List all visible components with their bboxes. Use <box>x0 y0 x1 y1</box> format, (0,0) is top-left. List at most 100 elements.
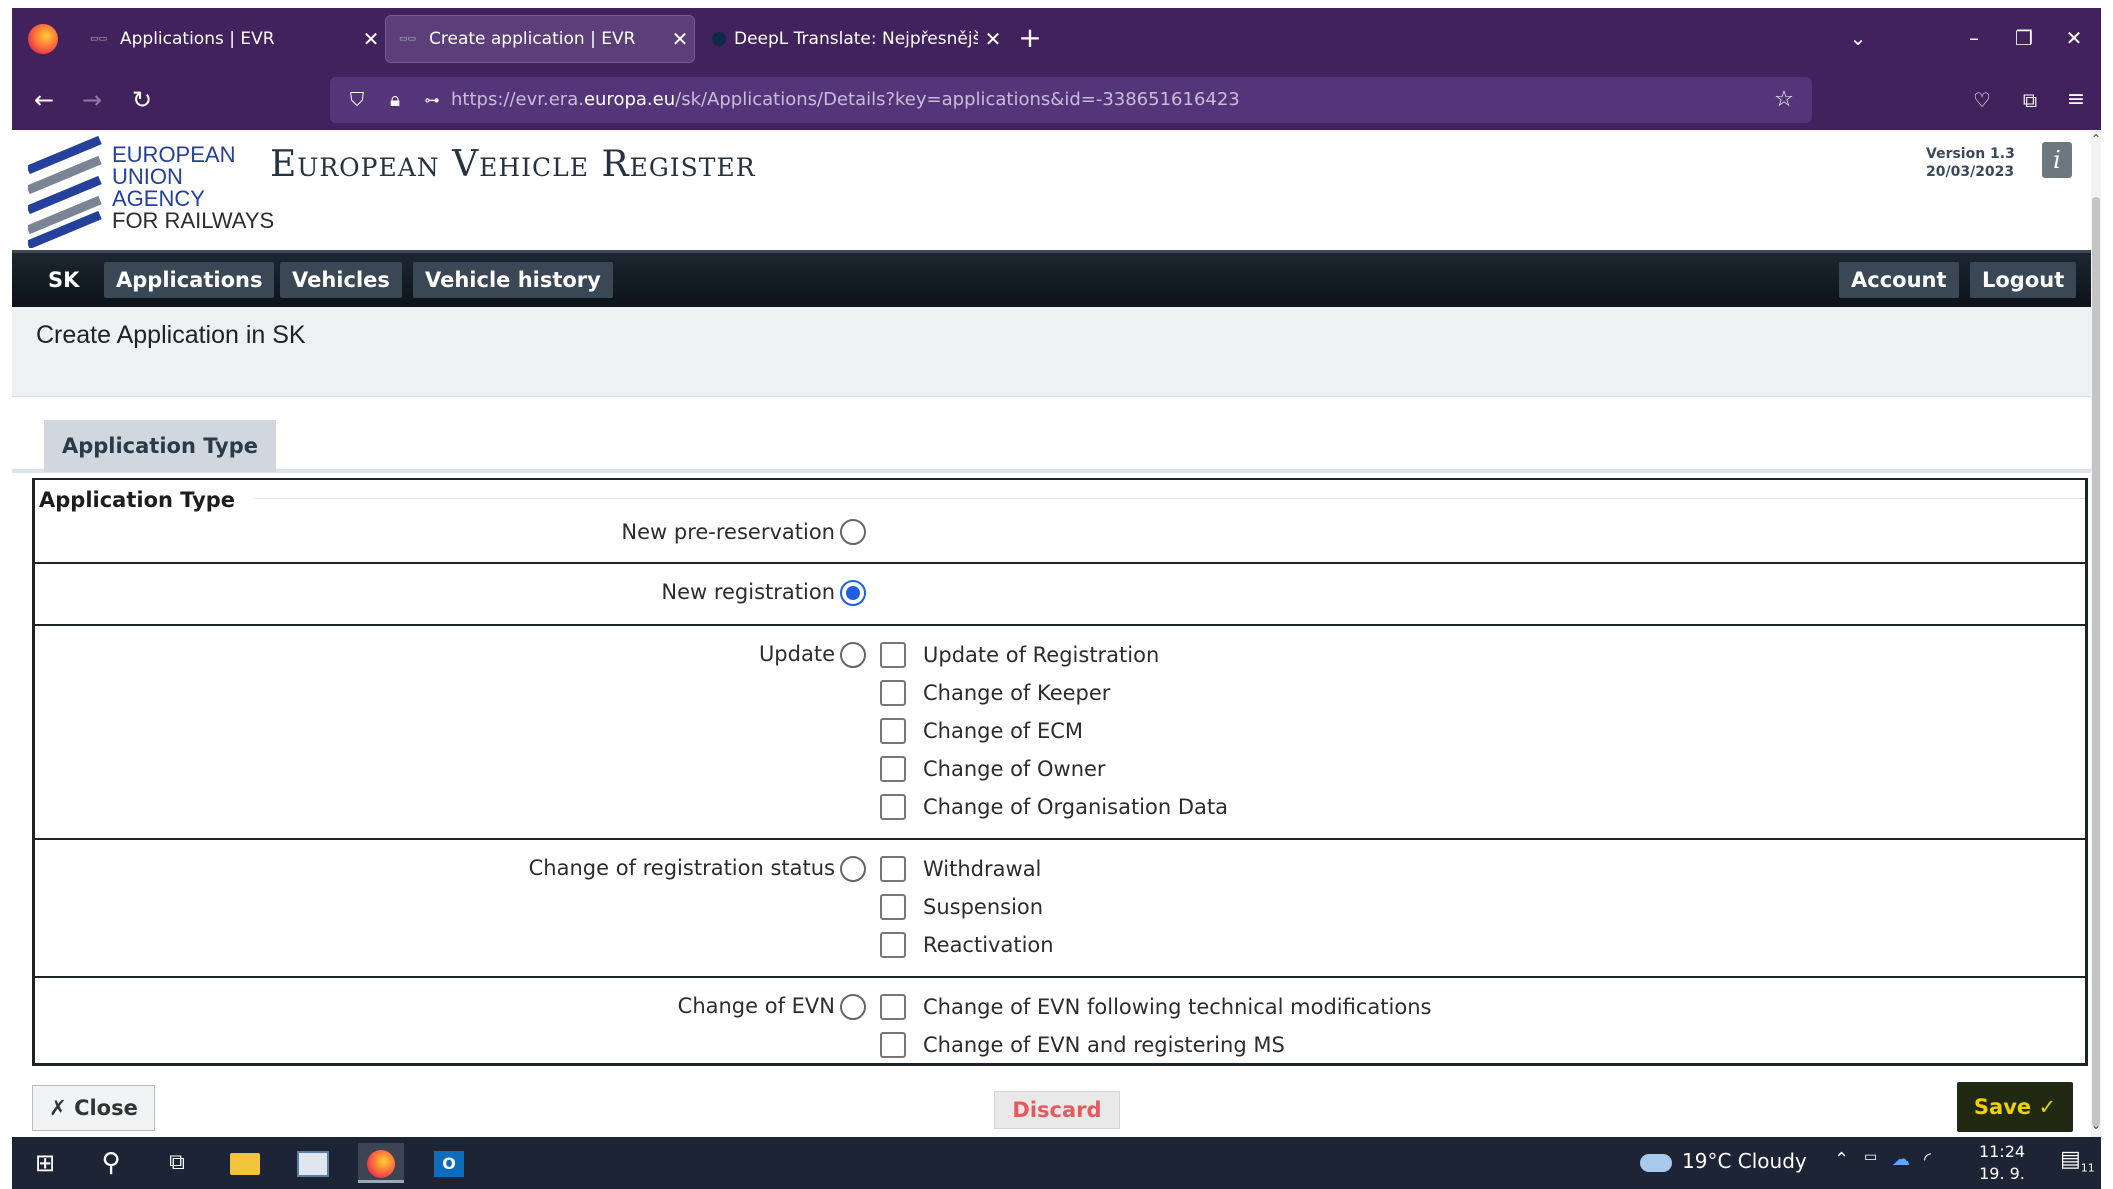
shield-icon[interactable]: ⛉ <box>343 86 371 114</box>
back-arrow-icon[interactable]: ← <box>26 82 62 118</box>
restore-icon[interactable]: ❐ <box>2002 20 2046 56</box>
web-page: EUROPEAN UNION AGENCY FOR RAILWAYS Europ… <box>12 130 2101 1137</box>
onedrive-icon[interactable]: ☁ <box>1892 1149 1910 1170</box>
option-label-new-registration: New registration <box>661 580 835 604</box>
checkbox-label: Change of Organisation Data <box>923 795 1228 819</box>
address-bar[interactable]: ⛉ 🔒︎ ⊶ https://evr.era.europa.eu/sk/Appl… <box>330 77 1812 123</box>
tab-title: Applications | EVR <box>120 29 275 49</box>
firefox-logo-icon[interactable] <box>28 24 58 54</box>
checkbox-withdrawal[interactable] <box>880 856 906 882</box>
account-button[interactable]: Account <box>1839 262 1959 298</box>
deepl-favicon-icon <box>712 32 726 46</box>
firefox-taskbar-icon[interactable] <box>358 1143 404 1183</box>
tab-strip-line <box>12 469 2091 473</box>
checkbox-evn-technical-modifications[interactable] <box>880 994 906 1020</box>
cloud-icon <box>1640 1153 1672 1172</box>
save-button[interactable]: Save ✓ <box>1957 1082 2073 1132</box>
task-view-icon[interactable]: ⧉ <box>154 1143 200 1183</box>
minimize-icon[interactable]: – <box>1952 20 1996 56</box>
radio-update[interactable] <box>840 642 866 668</box>
bookmark-star-icon[interactable]: ☆ <box>1770 86 1798 114</box>
wifi-icon[interactable]: ◜ <box>1924 1149 1931 1170</box>
tab-title: Create application | EVR <box>429 29 636 49</box>
checkbox-change-of-keeper[interactable] <box>880 680 906 706</box>
permissions-icon[interactable]: ⊶ <box>418 86 446 114</box>
scrollbar-thumb[interactable] <box>2092 197 2100 1127</box>
browser-tab-deepl[interactable]: DeepL Translate: Nejpřesnější p ✕ <box>698 15 1008 63</box>
windows-start-icon[interactable]: ⊞ <box>22 1143 68 1183</box>
checkbox-evn-registering-ms[interactable] <box>880 1032 906 1058</box>
info-icon[interactable]: i <box>2042 142 2072 178</box>
battery-icon[interactable]: ▭ <box>1864 1149 1877 1165</box>
menu-vehicles[interactable]: Vehicles <box>280 262 402 298</box>
site-header: EUROPEAN UNION AGENCY FOR RAILWAYS Europ… <box>12 130 2091 250</box>
option-label-update: Update <box>758 642 835 666</box>
file-explorer-icon[interactable] <box>222 1143 268 1183</box>
option-row-update: Update Update of Registration Change of … <box>35 626 2085 840</box>
checkbox-change-of-ecm[interactable] <box>880 718 906 744</box>
scroll-down-icon[interactable]: ⌄ <box>2091 1118 2101 1134</box>
checkbox-change-of-owner[interactable] <box>880 756 906 782</box>
scroll-up-icon[interactable]: ⌃ <box>2091 132 2101 148</box>
checkbox-label: Suspension <box>923 895 1044 919</box>
pocket-icon[interactable]: ♡ <box>1964 82 2000 118</box>
close-tab-icon[interactable]: ✕ <box>978 27 1008 51</box>
search-icon[interactable]: ⚲ <box>88 1143 134 1183</box>
checkbox-label: Reactivation <box>923 933 1054 957</box>
checkbox-label: Change of Owner <box>923 757 1106 781</box>
photos-app-icon[interactable] <box>290 1143 336 1183</box>
browser-tab-create-application[interactable]: ▭▭ Create application | EVR ✕ <box>385 15 695 63</box>
radio-change-of-evn[interactable] <box>840 994 866 1020</box>
close-tab-icon[interactable]: ✕ <box>665 27 695 51</box>
outlook-icon[interactable]: O <box>426 1143 472 1183</box>
menu-vehicle-history[interactable]: Vehicle history <box>413 262 613 298</box>
lock-icon[interactable]: 🔒︎ <box>381 86 409 114</box>
main-menu: SK Applications Vehicles Vehicle history… <box>12 250 2091 307</box>
menu-country-sk[interactable]: SK <box>36 262 91 298</box>
forward-arrow-icon[interactable]: → <box>74 82 110 118</box>
reload-icon[interactable]: ↻ <box>124 82 160 118</box>
evr-favicon-icon: ▭▭ <box>90 34 108 44</box>
window-close-icon[interactable]: ✕ <box>2052 20 2096 56</box>
discard-button[interactable]: Discard <box>994 1091 1120 1129</box>
option-label-change-of-evn: Change of EVN <box>677 994 835 1018</box>
application-type-form: Application Type New pre-reservation New… <box>32 478 2088 1066</box>
new-tab-plus-icon[interactable]: + <box>1012 20 1048 56</box>
option-row-pre-reservation: Application Type New pre-reservation <box>35 480 2085 564</box>
radio-pre-reservation[interactable] <box>840 519 866 545</box>
form-footer: ✗ Close Discard Save ✓ <box>12 1082 2091 1137</box>
windows-taskbar: ⊞ ⚲ ⧉ O 19°C Cloudy ⌃ ▭ ☁ ◜ 11:24 19. 9.… <box>12 1137 2101 1189</box>
extensions-icon[interactable]: ⧉ <box>2012 82 2048 118</box>
hamburger-menu-icon[interactable]: ≡ <box>2058 82 2094 118</box>
radio-new-registration[interactable] <box>840 580 866 606</box>
logout-button[interactable]: Logout <box>1970 262 2077 298</box>
radio-registration-status[interactable] <box>840 856 866 882</box>
legend-divider <box>255 498 2085 499</box>
checkbox-update-of-registration[interactable] <box>880 642 906 668</box>
notification-center-icon[interactable]: ▤11 <box>2060 1147 2095 1174</box>
era-logo-text: EUROPEAN UNION AGENCY FOR RAILWAYS <box>112 142 275 233</box>
menu-applications[interactable]: Applications <box>104 262 275 298</box>
browser-tab-bar: ▭▭ Applications | EVR ✕ ▭▭ Create applic… <box>12 8 2101 70</box>
tab-application-type[interactable]: Application Type <box>44 420 276 472</box>
close-tab-icon[interactable]: ✕ <box>356 27 386 51</box>
checkbox-reactivation[interactable] <box>880 932 906 958</box>
checkbox-label: Change of ECM <box>923 719 1084 743</box>
browser-tab-applications[interactable]: ▭▭ Applications | EVR ✕ <box>76 15 386 63</box>
site-title: European Vehicle Register <box>270 144 756 185</box>
form-legend: Application Type <box>39 488 256 512</box>
checkbox-suspension[interactable] <box>880 894 906 920</box>
tray-chevron-icon[interactable]: ⌃ <box>1834 1149 1849 1170</box>
close-button[interactable]: ✗ Close <box>32 1085 155 1131</box>
checkbox-label: Change of EVN following technical modifi… <box>923 995 1432 1019</box>
version-info: Version 1.3 20/03/2023 <box>1926 146 2015 180</box>
option-label-registration-status: Change of registration status <box>528 856 835 880</box>
system-clock[interactable]: 11:24 19. 9. 2023 <box>1962 1141 2042 1189</box>
checkbox-label: Withdrawal <box>923 857 1042 881</box>
page-title: Create Application in SK <box>36 321 306 349</box>
list-tabs-chevron-icon[interactable]: ⌄ <box>1836 20 1880 56</box>
checkbox-label: Change of Keeper <box>923 681 1111 705</box>
weather-widget[interactable]: 19°C Cloudy <box>1640 1149 1807 1173</box>
checkbox-change-of-organisation-data[interactable] <box>880 794 906 820</box>
url-text[interactable]: https://evr.era.europa.eu/sk/Application… <box>451 77 1240 123</box>
